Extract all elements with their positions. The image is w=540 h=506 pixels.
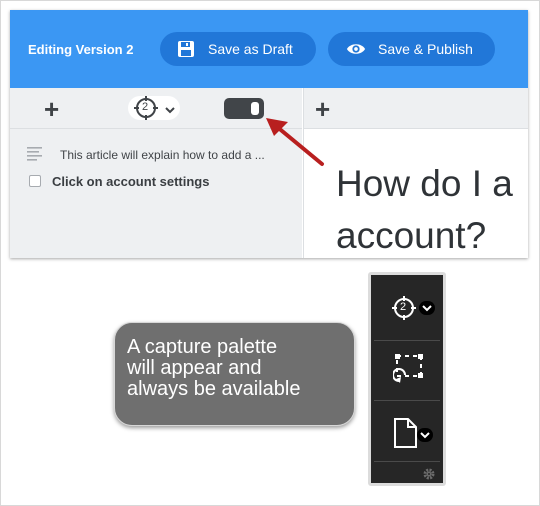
- outline-item-step[interactable]: Click on account settings: [52, 174, 209, 189]
- save-as-draft-label: Save as Draft: [208, 41, 293, 57]
- editor-toolbar: [303, 88, 528, 129]
- callout-arrow: [266, 118, 324, 166]
- palette-target-badge: 2: [400, 301, 407, 313]
- save-and-publish-label: Save & Publish: [378, 41, 473, 57]
- palette-region-button[interactable]: [392, 353, 425, 385]
- annotation-line2: will appear and: [127, 357, 262, 379]
- annotation-line3: always be available: [127, 378, 301, 400]
- palette-document-button[interactable]: [393, 417, 441, 451]
- article-heading-line1: How do I a: [336, 163, 513, 204]
- toggle-knob: [251, 102, 259, 115]
- gear-icon[interactable]: [423, 467, 435, 485]
- palette-target-button[interactable]: 2: [389, 293, 439, 323]
- outline-item-text[interactable]: This article will explain how to add a .…: [60, 148, 265, 162]
- editor-topbar: Editing Version 2 Save as Draft Save & P…: [10, 10, 528, 88]
- outline-step-checkbox[interactable]: [29, 175, 41, 187]
- chevron-down-icon: [417, 428, 433, 442]
- text-lines-icon: [27, 147, 43, 166]
- article-heading[interactable]: How do I a account?: [336, 158, 528, 258]
- annotation-text: A capture palette will appear and always…: [127, 337, 352, 400]
- annotation-bubble: A capture palette will appear and always…: [114, 322, 355, 426]
- save-and-publish-button[interactable]: Save & Publish: [328, 32, 495, 66]
- floppy-disk-icon: [176, 39, 196, 59]
- eye-icon: [346, 39, 366, 59]
- annotation-line1: A capture palette: [127, 336, 278, 358]
- capture-palette-toggle[interactable]: [224, 98, 264, 119]
- palette-divider: [374, 340, 440, 341]
- region-capture-icon: [392, 354, 423, 383]
- add-outline-item-button[interactable]: +: [44, 96, 59, 122]
- palette-divider: [374, 400, 440, 401]
- editing-version-title: Editing Version 2: [28, 42, 134, 57]
- save-as-draft-button[interactable]: Save as Draft: [160, 32, 316, 66]
- document-icon: [394, 418, 417, 448]
- target-count-badge: 2: [142, 101, 149, 113]
- palette-divider: [374, 461, 440, 462]
- article-heading-line2: account?: [336, 215, 487, 256]
- capture-palette: 2: [368, 272, 446, 486]
- editor-screenshot: Editing Version 2 Save as Draft Save & P…: [10, 10, 528, 258]
- chevron-down-icon: [419, 301, 435, 315]
- capture-target-dropdown[interactable]: 2: [128, 96, 180, 120]
- chevron-down-icon: [165, 102, 175, 120]
